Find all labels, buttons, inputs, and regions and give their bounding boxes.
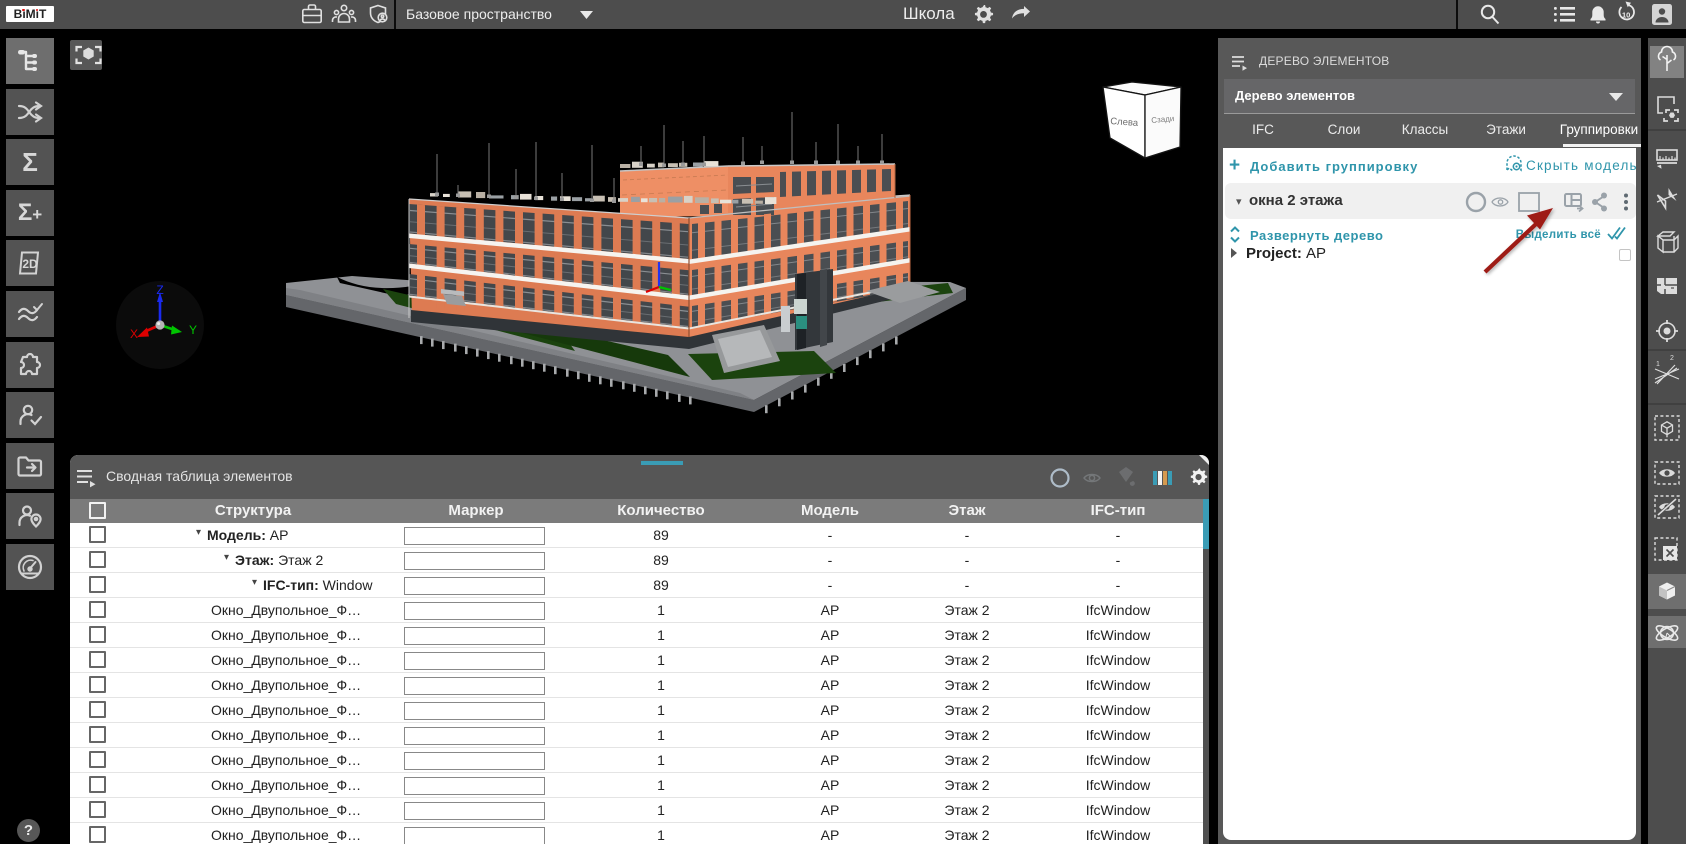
- svg-text:10: 10: [1622, 11, 1630, 20]
- svg-text:2: 2: [1670, 355, 1674, 362]
- svg-text:Слева: Слева: [1110, 116, 1139, 129]
- svg-text:1: 1: [1656, 361, 1660, 368]
- svg-text:X: X: [130, 327, 138, 341]
- svg-text:Z: Z: [156, 283, 163, 297]
- svg-text:Y: Y: [189, 323, 197, 337]
